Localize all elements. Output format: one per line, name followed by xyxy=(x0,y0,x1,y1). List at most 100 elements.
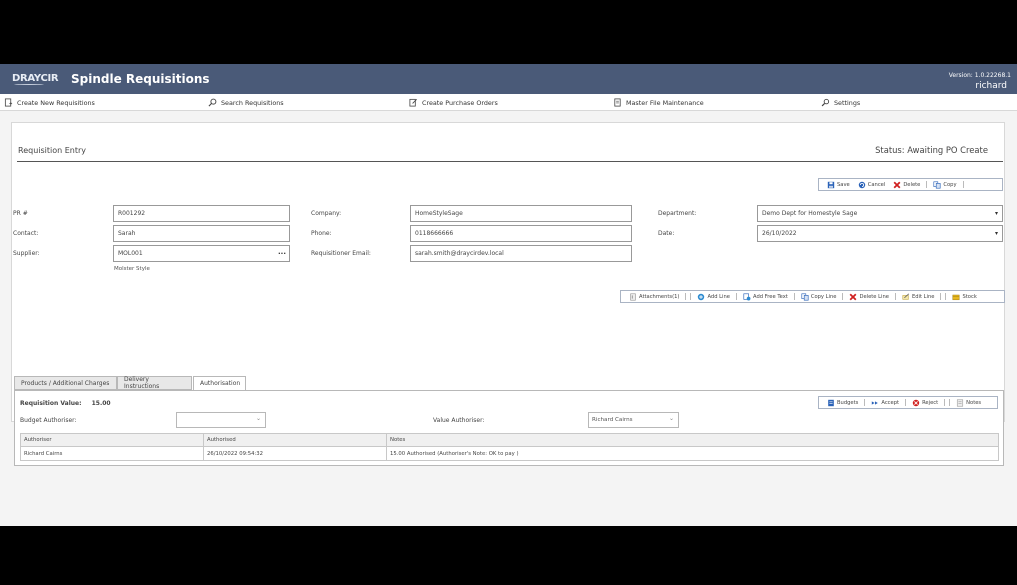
delete-line-button[interactable]: Delete Line xyxy=(845,293,893,301)
nav-label: Create Purchase Orders xyxy=(422,98,498,107)
column-header-authorised[interactable]: Authorised xyxy=(203,433,387,447)
nav-create-new-requisitions[interactable]: Create New Requisitions xyxy=(4,97,95,108)
draycir-logo[interactable]: DRAYCIR xyxy=(12,73,59,84)
gear-icon xyxy=(821,98,830,107)
edit-doc-icon xyxy=(409,98,417,107)
column-header-authoriser[interactable]: Authoriser xyxy=(20,433,204,447)
copy-icon xyxy=(801,292,809,301)
nav-label: Settings xyxy=(834,98,861,107)
phone-label: Phone: xyxy=(311,230,332,237)
contact-label: Contact: xyxy=(13,230,39,237)
nav-label: Search Requisitions xyxy=(221,98,284,107)
nav-search-requisitions[interactable]: Search Requisitions xyxy=(208,97,284,108)
nav-master-file-maintenance[interactable]: Master File Maintenance xyxy=(613,97,704,108)
cell-authorised: 26/10/2022 09:54:32 xyxy=(203,446,387,461)
copy-line-button[interactable]: Copy Line xyxy=(797,292,841,301)
delete-button[interactable]: Delete xyxy=(889,181,924,189)
column-header-notes[interactable]: Notes xyxy=(386,433,999,447)
file-icon xyxy=(614,98,621,107)
logo-swoosh-icon xyxy=(14,84,44,86)
authorisation-panel: Requisition Value: 15.00 Budgets Accept … xyxy=(14,390,1004,466)
contact-field[interactable]: Sarah xyxy=(113,225,290,242)
nav-label: Master File Maintenance xyxy=(626,98,704,107)
delete-x-icon xyxy=(893,181,901,188)
budgets-button[interactable]: Budgets xyxy=(823,399,862,407)
toolbar-separator xyxy=(735,293,737,300)
toolbar-separator xyxy=(690,293,692,300)
date-label: Date: xyxy=(658,230,675,237)
department-label: Department: xyxy=(658,210,697,217)
edit-line-button[interactable]: Edit Line xyxy=(898,293,939,301)
toolbar-separator xyxy=(842,293,844,300)
accept-button[interactable]: Accept xyxy=(867,399,903,407)
pr-number-label: PR # xyxy=(13,210,28,217)
cancel-button[interactable]: Cancel xyxy=(854,181,890,189)
pr-number-field[interactable]: R001292 xyxy=(113,205,290,222)
authorisation-table: Authoriser Authorised Notes Richard Cair… xyxy=(20,433,999,461)
phone-field[interactable]: 0118666666 xyxy=(410,225,632,242)
add-free-text-button[interactable]: Add Free Text xyxy=(739,292,792,301)
nav-settings[interactable]: Settings xyxy=(821,97,860,108)
budget-authoriser-label: Budget Authoriser: xyxy=(20,417,77,424)
budget-icon xyxy=(828,399,834,406)
copy-icon xyxy=(933,180,941,189)
department-select[interactable]: Demo Dept for Homestyle Sage xyxy=(757,205,1003,222)
user-name[interactable]: richard xyxy=(975,81,1007,91)
main-toolbar: Save Cancel Delete Copy xyxy=(818,178,1003,191)
line-toolbar: Attachments(1) Add Line Add Free Text Co… xyxy=(620,290,1005,303)
notes-button[interactable]: Notes xyxy=(952,399,985,407)
status-label: Status: Awaiting PO Create xyxy=(875,145,988,155)
attachment-icon xyxy=(630,293,636,300)
supplier-label: Supplier: xyxy=(13,250,40,257)
reject-button[interactable]: Reject xyxy=(908,399,942,407)
tab-delivery-instructions[interactable]: Delivery Instructions xyxy=(117,376,192,390)
requisition-value: 15.00 xyxy=(91,400,111,407)
copy-button[interactable]: Copy xyxy=(929,180,960,189)
supplier-name: Molster Style xyxy=(114,266,150,272)
app-header: DRAYCIR Spindle Requisitions Version: 1.… xyxy=(0,64,1017,94)
toolbar-separator xyxy=(685,293,687,300)
table-row[interactable]: Richard Cairns 26/10/2022 09:54:32 15.00… xyxy=(20,446,999,461)
stock-button[interactable]: Stock xyxy=(948,293,980,301)
app-window: DRAYCIR Spindle Requisitions Version: 1.… xyxy=(0,64,1017,526)
reject-icon xyxy=(912,399,920,406)
add-circle-icon xyxy=(698,293,705,300)
notes-icon xyxy=(957,399,964,406)
tab-authorisation[interactable]: Authorisation xyxy=(193,376,246,391)
toolbar-separator xyxy=(962,181,964,188)
search-icon xyxy=(208,98,217,107)
delete-x-icon xyxy=(850,293,857,300)
save-button[interactable]: Save xyxy=(823,181,854,189)
main-nav: Create New Requisitions Search Requisiti… xyxy=(0,94,1017,111)
company-field[interactable]: HomeStyleSage xyxy=(410,205,632,222)
toolbar-separator xyxy=(949,399,951,406)
value-authoriser-select[interactable]: Richard Cairns xyxy=(588,412,679,428)
forward-arrow-icon xyxy=(872,400,879,405)
add-text-icon xyxy=(743,292,751,300)
supplier-field[interactable]: MOL001 xyxy=(113,245,290,262)
toolbar-separator xyxy=(894,293,896,300)
toolbar-separator xyxy=(944,399,946,406)
budget-authoriser-select[interactable] xyxy=(176,412,266,428)
cell-notes: 15.00 Authorised (Authoriser's Note: OK … xyxy=(386,446,999,461)
requisition-card: Requisition Entry Status: Awaiting PO Cr… xyxy=(11,122,1005,466)
save-icon xyxy=(827,181,835,188)
add-line-button[interactable]: Add Line xyxy=(693,293,734,301)
table-header-row: Authoriser Authorised Notes xyxy=(20,433,999,447)
requisitioner-email-field[interactable]: sarah.smith@draycirdev.local xyxy=(410,245,632,262)
toolbar-separator xyxy=(940,293,942,300)
toolbar-separator xyxy=(793,293,795,300)
attachments-button[interactable]: Attachments(1) xyxy=(625,293,683,301)
new-doc-icon xyxy=(4,98,13,107)
nav-create-purchase-orders[interactable]: Create Purchase Orders xyxy=(409,97,498,108)
company-label: Company: xyxy=(311,210,342,217)
stock-box-icon xyxy=(953,294,960,300)
cell-authoriser: Richard Cairns xyxy=(20,446,204,461)
tab-products-additional-charges[interactable]: Products / Additional Charges xyxy=(14,376,117,390)
requisition-value-label: Requisition Value: 15.00 xyxy=(20,400,111,407)
date-picker[interactable]: 26/10/2022 xyxy=(757,225,1003,242)
requisitioner-email-label: Requisitioner Email: xyxy=(311,250,371,257)
toolbar-separator xyxy=(864,399,866,406)
toolbar-separator xyxy=(926,181,928,188)
app-title: Spindle Requisitions xyxy=(71,72,210,86)
